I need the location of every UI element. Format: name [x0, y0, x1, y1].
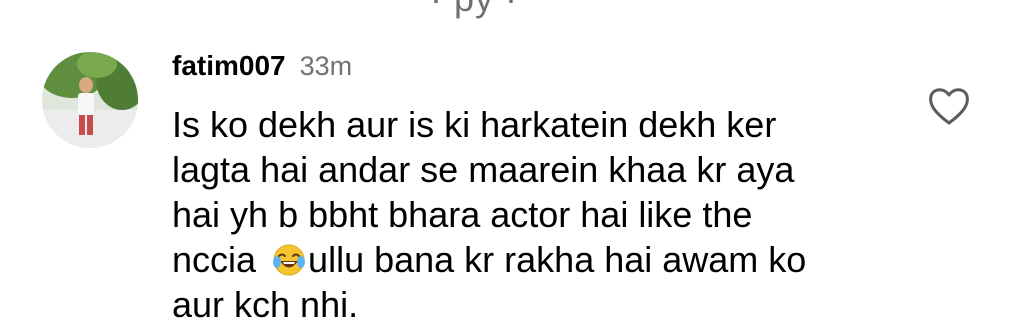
face-with-tears-of-joy-icon [272, 242, 306, 276]
comment-line: aur kch nhi. [172, 284, 359, 325]
username[interactable]: fatim007 [172, 50, 286, 82]
comment-line-start: nccia [172, 239, 267, 280]
comment-line: nccia ullu bana kr rakha hai awam ko [172, 237, 892, 282]
timestamp: 33m [299, 51, 353, 81]
previous-comment-fragment: · py · [430, 0, 518, 20]
comment-line: lagta hai andar se maarein khaa kr aya [172, 149, 795, 190]
avatar[interactable] [42, 52, 138, 148]
comment-line: Is ko dekh aur is ki harkatein dekh ker [172, 104, 777, 145]
heart-outline-icon [929, 88, 969, 125]
comment-line: hai yh b bbht bhara actor hai like the [172, 194, 753, 235]
avatar-photo [42, 52, 138, 148]
comment-header: fatim007 33m [172, 50, 352, 84]
like-button[interactable] [926, 84, 972, 128]
comment-text: Is ko dekh aur is ki harkatein dekh ker … [172, 102, 892, 327]
comment-line-end: ullu bana kr rakha hai awam ko [308, 239, 807, 280]
